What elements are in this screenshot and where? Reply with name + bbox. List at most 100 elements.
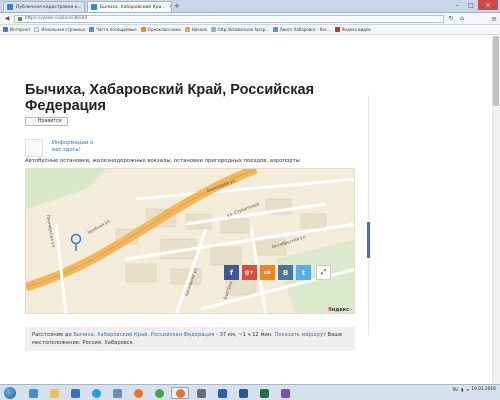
info-link[interactable]: Информации о вас здесь! xyxy=(52,140,102,154)
address-bar[interactable]: https://vasee.ru/place/36544 xyxy=(14,14,444,23)
taskbar-app-ie[interactable] xyxy=(24,387,42,399)
taskbar-app-photo[interactable] xyxy=(213,387,231,399)
show-route-link[interactable]: Показать маршрут xyxy=(274,332,326,338)
bookmark-label: Начало xyxy=(191,27,207,32)
bookmark-item[interactable]: Начало xyxy=(184,27,207,32)
start-button[interactable] xyxy=(4,387,16,399)
sidebar-divider xyxy=(368,95,369,335)
bookmark-icon xyxy=(210,27,216,32)
bookmarks-bar: Интернет Начальная страница Часто посеща… xyxy=(0,25,500,35)
back-icon[interactable]: ◀ xyxy=(3,15,11,23)
firefox-icon xyxy=(175,388,185,398)
like-button[interactable]: ♡ Нравится xyxy=(25,117,68,126)
tab-label: Публичная кадастровая к... xyxy=(16,4,82,10)
bookmark-item[interactable]: Яндекс видео xyxy=(334,27,371,32)
volume-icon[interactable]: ◂ xyxy=(466,387,468,392)
network-icon[interactable]: ▮ xyxy=(461,387,463,392)
taskbar-app-firefox[interactable] xyxy=(129,387,147,399)
bookmark-item[interactable]: Начальная страница xyxy=(34,27,85,32)
tab-cadastral-map[interactable]: Публичная кадастровая к... × xyxy=(3,1,85,12)
home-icon[interactable]: ⌂ xyxy=(458,15,466,23)
bookmark-label: Начальная страница xyxy=(41,27,86,32)
bookmark-label: http://khabarovsk.fassp... xyxy=(217,27,269,32)
reload-icon[interactable]: ↻ xyxy=(447,15,455,23)
tab-strip: Публичная кадастровая к... × Бычиха, Хаб… xyxy=(0,0,500,13)
bookmark-label: Интернет xyxy=(10,27,31,32)
taskbar-app-media[interactable] xyxy=(66,387,84,399)
taskbar-app-explorer[interactable] xyxy=(45,387,63,399)
taskbar-app-word[interactable] xyxy=(234,387,252,399)
taskbar-app-12[interactable] xyxy=(276,387,294,399)
scrollbar-thumb[interactable] xyxy=(493,36,499,106)
close-tab-icon[interactable]: × xyxy=(82,4,84,10)
fullscreen-icon[interactable]: ⤢ xyxy=(316,265,331,280)
page-title: Бычиха, Хабаровский Край, Российская Фед… xyxy=(25,82,315,114)
place-description: Автобусные остановки, железнодорожные во… xyxy=(25,158,300,164)
green-area xyxy=(26,169,106,209)
map[interactable]: Березовая ул. ул. Строителей Октябрьская… xyxy=(25,168,355,314)
media-icon xyxy=(70,388,80,398)
bookmark-label: Часто посещаемые xyxy=(96,27,137,32)
bookmark-icon xyxy=(334,27,340,32)
menu-icon[interactable]: ≡ xyxy=(491,15,497,23)
folder-icon xyxy=(49,388,59,398)
close-window-icon[interactable]: × xyxy=(478,0,498,10)
url-text: https://vasee.ru/place/36544 xyxy=(25,16,88,21)
lock-icon xyxy=(18,16,22,21)
new-tab-button[interactable]: + xyxy=(174,2,180,11)
facebook-share-button[interactable]: f xyxy=(224,265,239,280)
taskbar-app-8[interactable] xyxy=(192,387,210,399)
place-link[interactable]: Бычиха, Хабаровский Край, Российская Фед… xyxy=(73,332,214,338)
minimize-icon[interactable]: – xyxy=(450,0,464,10)
bookmark-item[interactable]: http://khabarovsk.fassp... xyxy=(210,27,269,32)
bookmark-item[interactable]: Авито Хабаровск - бес... xyxy=(272,27,331,32)
language-indicator[interactable]: RU xyxy=(452,387,458,392)
tab-bychikha[interactable]: Бычиха, Хабаровский Кра... × xyxy=(87,1,172,12)
bookmark-label: Яндекс видео xyxy=(341,27,371,32)
taskbar: RU ▮ ◂ 19.01.2016 xyxy=(0,384,500,400)
word-icon xyxy=(238,388,248,398)
location-pin-icon[interactable] xyxy=(70,233,82,252)
taskbar-app-excel[interactable] xyxy=(255,387,273,399)
window-controls: – □ × xyxy=(450,0,498,10)
navigation-bar: ◀ https://vasee.ru/place/36544 ↻ ⌂ ≡ xyxy=(0,13,500,25)
clock[interactable]: 19.01.2016 xyxy=(471,387,496,392)
skype-icon xyxy=(91,388,101,398)
bookmark-item[interactable]: Интернет xyxy=(3,27,30,32)
bookmark-label: Одноклассники xyxy=(147,27,181,32)
distance-info: Расстояние до Бычиха, Хабаровский Край, … xyxy=(25,327,355,351)
bookmark-icon xyxy=(3,27,8,32)
bookmark-item[interactable]: Часто посещаемые xyxy=(89,27,137,32)
excel-icon xyxy=(259,388,269,398)
favicon-icon xyxy=(7,4,13,10)
chrome-icon xyxy=(154,388,164,398)
ie-icon xyxy=(28,388,38,398)
vkontakte-share-button[interactable]: B xyxy=(278,265,293,280)
photo-icon xyxy=(217,388,227,398)
avatar xyxy=(25,139,43,157)
bookmark-label: Авито Хабаровск - бес... xyxy=(279,27,331,32)
system-tray: RU ▮ ◂ 19.01.2016 xyxy=(452,387,496,392)
tab-label: Бычиха, Хабаровский Кра... xyxy=(100,4,166,10)
close-tab-icon[interactable]: × xyxy=(166,4,171,10)
heart-icon: ♡ xyxy=(31,118,36,125)
twitter-share-button[interactable]: t xyxy=(296,265,311,280)
app-icon xyxy=(196,388,206,398)
maximize-icon[interactable]: □ xyxy=(464,0,478,10)
bookmark-item[interactable]: Одноклассники xyxy=(140,27,181,32)
map-canvas xyxy=(26,169,354,313)
firefox-icon xyxy=(133,388,143,398)
bookmark-icon xyxy=(272,27,278,32)
yandex-logo: Яндекс xyxy=(328,307,350,313)
taskbar-app-chrome[interactable] xyxy=(150,387,168,399)
taskbar-app-5[interactable] xyxy=(108,387,126,399)
distance-prefix: Расстояние до xyxy=(32,332,74,338)
taskbar-app-skype[interactable] xyxy=(87,387,105,399)
app-icon xyxy=(112,388,122,398)
taskbar-app-active[interactable] xyxy=(171,387,189,399)
odnoklassniki-share-button[interactable]: ok xyxy=(260,265,275,280)
distance-value: - 37 км, ~1 ч 12 мин. xyxy=(214,332,275,338)
bookmark-icon xyxy=(184,27,190,32)
google-plus-share-button[interactable]: g+ xyxy=(242,265,257,280)
favicon-icon xyxy=(91,4,97,10)
